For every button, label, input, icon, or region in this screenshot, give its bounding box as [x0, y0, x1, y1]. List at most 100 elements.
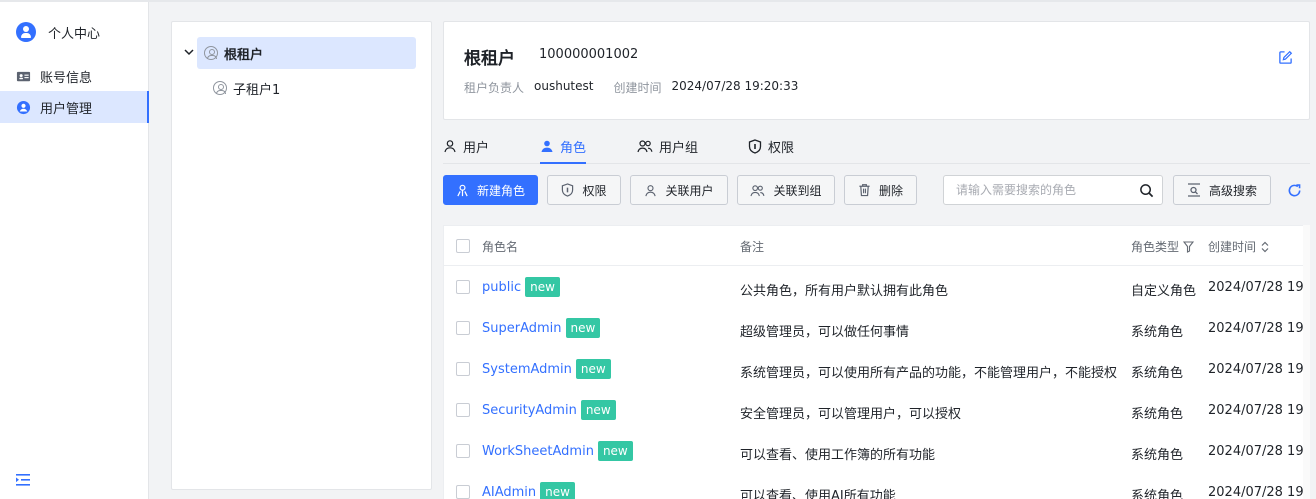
row-checkbox[interactable] [456, 321, 470, 335]
tree-node-root[interactable]: 根租户 [197, 37, 416, 69]
user-group-icon [637, 140, 653, 153]
role-created-cell: 2024/07/28 19:20:33 [1208, 444, 1304, 459]
link-user-button[interactable]: 关联用户 [630, 175, 728, 205]
owner-value: oushutest [534, 79, 594, 93]
header-role-name: 角色名 [482, 240, 519, 254]
role-name-cell[interactable]: public new [482, 277, 560, 297]
table-row[interactable]: SuperAdmin new 超级管理员，可以做任何事情 系统角色 2024/07/28… [444, 308, 1303, 349]
role-type-cell: 系统角色 [1131, 489, 1184, 499]
new-role-button[interactable]: 新建角色 [443, 175, 538, 205]
collapse-menu-icon[interactable] [16, 473, 32, 487]
role-icon [541, 140, 553, 152]
created-label: 创建时间 [613, 81, 662, 95]
role-name-cell[interactable]: SystemAdmin new [482, 359, 611, 379]
tenant-icon [204, 46, 218, 60]
role-management-area: 用户 角色 用户组 权限 新建角色 权限 关联用户 关联到组 删除 请输入需要搜… [443, 128, 1310, 499]
role-name-link[interactable]: AIAdmin [482, 485, 536, 499]
role-created-cell: 2024/07/28 19:20:33 [1208, 362, 1304, 377]
delete-button[interactable]: 删除 [844, 175, 917, 205]
role-type-cell: 系统角色 [1131, 448, 1184, 463]
shield-icon [748, 139, 762, 154]
header-created[interactable]: 创建时间 [1208, 238, 1270, 255]
user-manage-icon [16, 100, 31, 114]
sidebar-item-user-management[interactable]: 用户管理 [0, 91, 149, 123]
shield-icon [562, 183, 574, 197]
owner-label: 租户负责人 [464, 81, 525, 95]
tree-node-label: 子租户1 [233, 82, 281, 98]
new-badge: new [597, 441, 633, 461]
sort-icon[interactable] [1260, 241, 1270, 253]
user-center-header[interactable]: 个人中心 [16, 22, 100, 42]
filter-icon[interactable] [1183, 240, 1195, 253]
role-name-link[interactable]: public [482, 280, 521, 295]
edit-icon[interactable] [1278, 50, 1293, 65]
search-icon[interactable] [1139, 183, 1154, 198]
role-name-cell[interactable]: AIAdmin new [482, 482, 575, 499]
role-name-link[interactable]: SystemAdmin [482, 362, 572, 377]
role-name-cell[interactable]: WorkSheetAdmin new [482, 441, 633, 461]
new-badge: new [540, 482, 575, 499]
row-checkbox[interactable] [456, 403, 470, 417]
tab-user-groups[interactable]: 用户组 [637, 137, 698, 164]
table-row[interactable]: public new 公共角色，所有用户默认拥有此角色 自定义角色 2024/07/28… [444, 267, 1304, 308]
table-row[interactable]: SystemAdmin new 系统管理员，可以使用所有产品的功能，不能管理用户，不… [444, 349, 1304, 390]
role-table: 角色名 备注 角色类型 创建时间 public new 公共角色，所有用户默认拥有此… [443, 225, 1304, 499]
role-search-field[interactable] [943, 175, 1163, 205]
role-name-cell[interactable]: SecurityAdmin new [482, 400, 616, 420]
user-group-icon [750, 184, 765, 196]
new-badge: new [565, 318, 601, 338]
role-type-cell: 系统角色 [1131, 325, 1184, 340]
header-created-label: 创建时间 [1208, 240, 1257, 254]
sidebar-item-account-info[interactable]: 账号信息 [0, 60, 149, 92]
role-type-cell: 系统角色 [1131, 366, 1184, 381]
permission-button[interactable]: 权限 [547, 175, 621, 205]
table-row[interactable]: AIAdmin new 可以查看、使用AI所有功能 系统角色 2024/07/28 19… [444, 472, 1303, 499]
header-role-type-label: 角色类型 [1131, 240, 1180, 254]
tab-permissions[interactable]: 权限 [748, 137, 794, 164]
role-remark-cell: 安全管理员，可以管理用户，可以授权 [740, 407, 962, 422]
table-header: 角色名 备注 角色类型 创建时间 [444, 226, 1303, 266]
chevron-down-icon[interactable] [184, 46, 194, 59]
link-group-label: 关联到组 [773, 183, 822, 198]
row-checkbox[interactable] [456, 280, 470, 294]
row-checkbox[interactable] [456, 485, 470, 499]
role-name-link[interactable]: SuperAdmin [482, 321, 562, 336]
tab-label: 用户 [463, 141, 490, 156]
tab-label: 权限 [768, 141, 795, 156]
table-row[interactable]: WorkSheetAdmin new 可以查看、使用工作簿的所有功能 系统角色 2024… [444, 431, 1304, 472]
role-type-cell: 系统角色 [1131, 407, 1184, 422]
tenant-icon [213, 81, 227, 95]
role-created-cell: 2024/07/28 19:20:33 [1208, 280, 1304, 295]
table-scrollbar[interactable] [1303, 225, 1310, 499]
role-name-link[interactable]: SecurityAdmin [482, 403, 577, 418]
refresh-icon[interactable] [1287, 183, 1302, 198]
tab-bar: 用户 角色 用户组 权限 [443, 128, 1310, 164]
header-role-type[interactable]: 角色类型 [1131, 238, 1195, 255]
table-row[interactable]: SecurityAdmin new 安全管理员，可以管理用户，可以授权 系统角色 202… [444, 390, 1304, 431]
tenant-info-card: 根租户 100000001002 租户负责人 oushutest 创建时间 20… [443, 21, 1310, 120]
role-name-cell[interactable]: SuperAdmin new [482, 318, 601, 338]
tab-users[interactable]: 用户 [443, 137, 489, 164]
new-role-label: 新建角色 [476, 183, 525, 198]
link-group-button[interactable]: 关联到组 [737, 175, 835, 205]
user-icon [444, 140, 456, 153]
advanced-search-button[interactable]: 高级搜索 [1173, 175, 1271, 205]
select-all-checkbox[interactable] [456, 239, 470, 253]
role-remark-cell: 系统管理员，可以使用所有产品的功能，不能管理用户，不能授权 [740, 366, 1118, 381]
advanced-search-label: 高级搜索 [1208, 183, 1257, 198]
toolbar: 新建角色 权限 关联用户 关联到组 删除 高级搜索 [443, 175, 1310, 205]
permission-label: 权限 [582, 183, 607, 198]
tab-roles[interactable]: 角色 [540, 137, 587, 164]
link-user-label: 关联用户 [665, 183, 714, 198]
role-name-link[interactable]: WorkSheetAdmin [482, 444, 594, 459]
row-checkbox[interactable] [456, 362, 470, 376]
role-remark-cell: 可以查看、使用AI所有功能 [740, 489, 896, 499]
tree-node-child[interactable]: 子租户1 [213, 72, 280, 104]
search-input[interactable] [956, 183, 1126, 197]
id-card-icon [16, 71, 31, 81]
top-divider [0, 0, 1316, 2]
sidebar: 个人中心 账号信息 用户管理 [0, 2, 149, 499]
row-checkbox[interactable] [456, 444, 470, 458]
role-created-cell: 2024/07/28 19:20:33 [1208, 403, 1304, 418]
header-remark: 备注 [740, 240, 765, 254]
